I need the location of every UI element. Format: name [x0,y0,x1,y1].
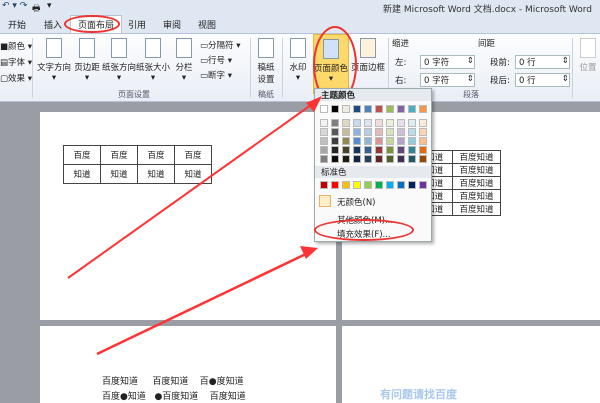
arrow-head [300,246,318,259]
arrow-line [67,99,319,279]
arrow-head [306,96,322,112]
annotation-arrows [67,96,322,356]
arrow-line [96,250,311,356]
